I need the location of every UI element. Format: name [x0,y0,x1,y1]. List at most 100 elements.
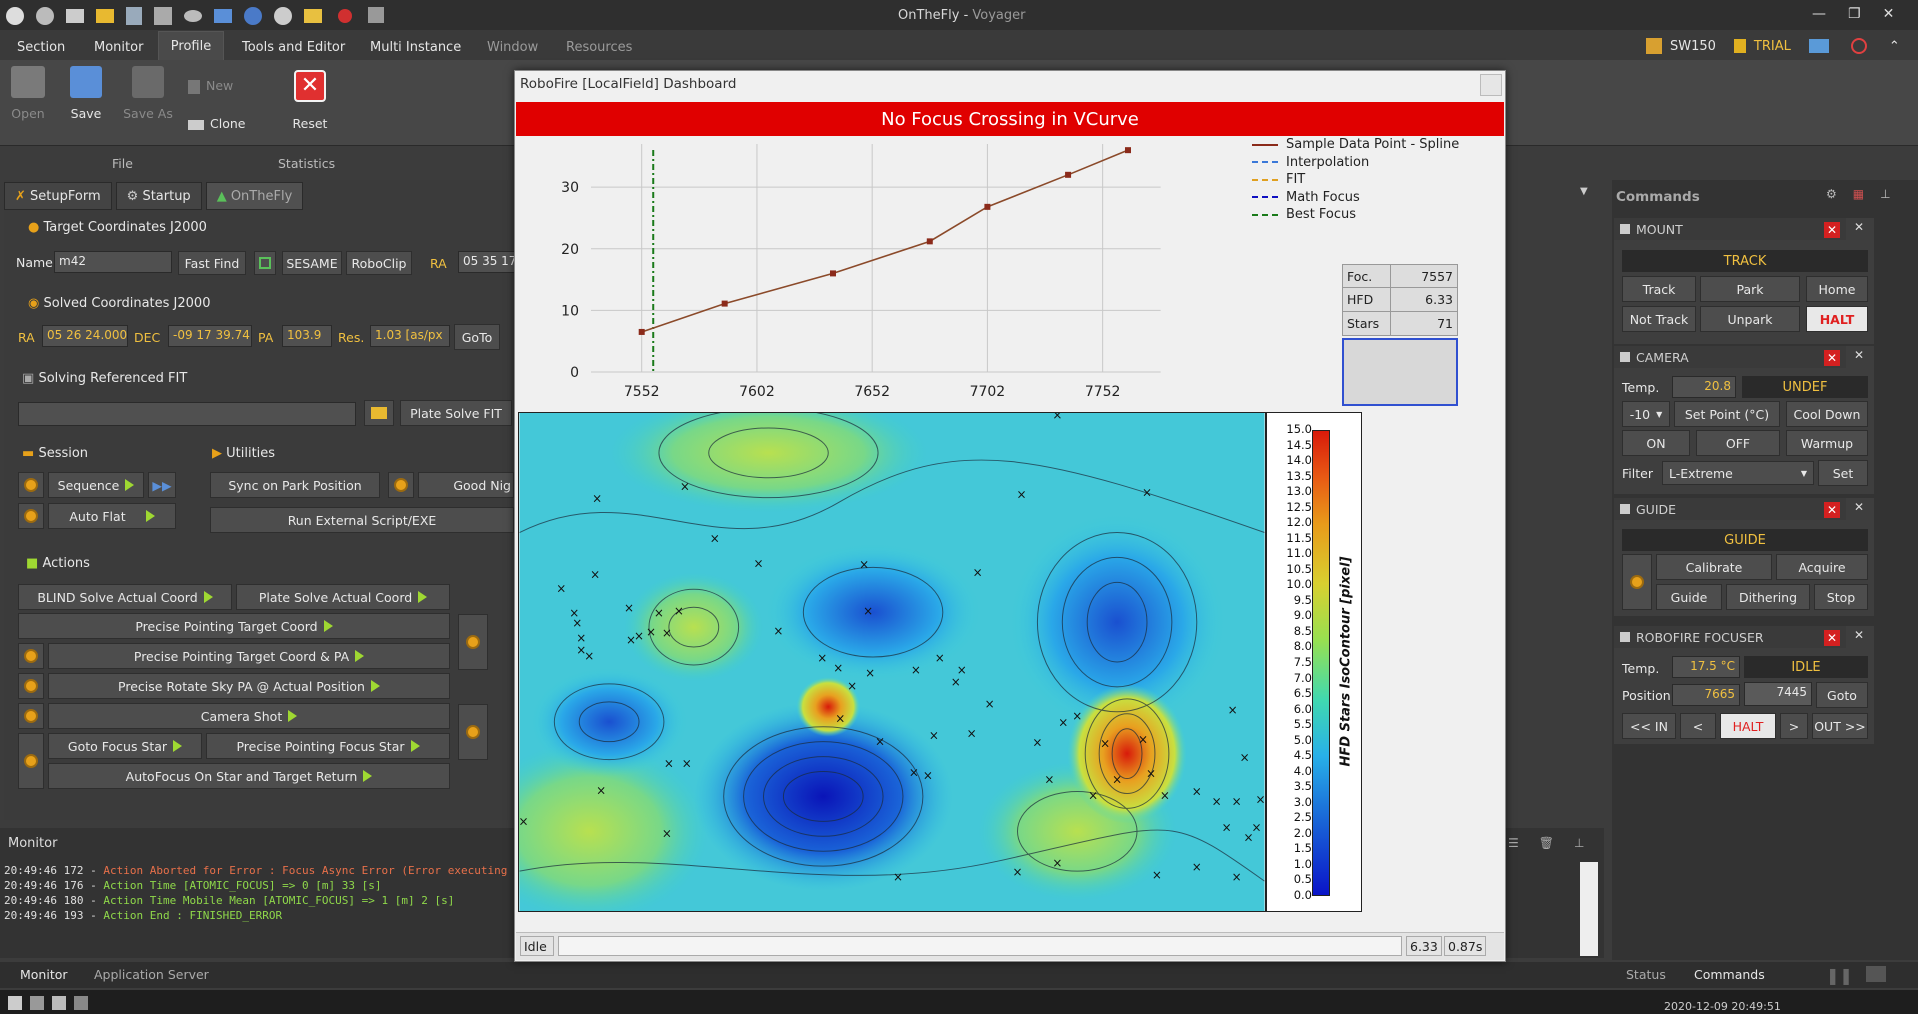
precise-target-pa-gear-button[interactable] [18,643,44,669]
app-logo-icon[interactable] [6,7,24,25]
right-gear-button-2[interactable] [458,704,488,760]
plate-solve-fit-button[interactable]: Plate Solve FIT [400,400,512,426]
focuser-minimize-icon[interactable]: ✕ [1854,628,1864,642]
pause-icon[interactable]: ❚❚ [1826,966,1853,985]
gears-icon[interactable]: ⚙ [1826,187,1837,201]
fast-find-button[interactable]: Fast Find [178,251,246,275]
tab-startup[interactable]: ⚙ Startup [115,182,202,210]
mount-not-track-button[interactable]: Not Track [1622,306,1696,332]
focuser-close-icon[interactable]: ✕ [1824,630,1840,646]
tab-dropdown-arrow[interactable]: ▼ [1580,186,1588,197]
mount-unpark-button[interactable]: Unpark [1700,306,1800,332]
good-night-gear-button[interactable] [388,472,414,498]
image-icon[interactable] [1866,966,1886,982]
plate-solve-actual-button[interactable]: Plate Solve Actual Coord [236,584,450,610]
focuser-halt-button[interactable]: HALT [1720,713,1776,739]
guide-dithering-button[interactable]: Dithering [1726,584,1810,610]
mount-close-icon[interactable]: ✕ [1824,222,1840,238]
monitor-scrollbar[interactable] [1580,862,1598,956]
camera-on-button[interactable]: ON [1622,430,1690,456]
camera-setpoint-select[interactable]: -10 ▼ [1622,401,1670,427]
list-icon[interactable]: ☰ [1508,836,1519,850]
name-input[interactable]: m42 [54,251,172,273]
camera-off-button[interactable]: OFF [1696,430,1780,456]
guide-gear-button[interactable] [1622,554,1652,610]
grid-icon[interactable]: ▦ [1853,187,1864,201]
tab-app-server[interactable]: Application Server [94,967,209,982]
camera-filter-select[interactable]: L-Extreme ▼ [1662,461,1814,485]
goto-button[interactable]: GoTo [454,324,500,350]
mount-home-button[interactable]: Home [1806,276,1868,302]
sequence-button[interactable]: Sequence [48,472,144,498]
camera-minimize-icon[interactable]: ✕ [1854,348,1864,362]
taskbar-app-icon[interactable] [74,996,88,1010]
guide-guide-button[interactable]: Guide [1656,584,1722,610]
menu-item-tools[interactable]: Tools and Editor [242,40,345,55]
blind-solve-button[interactable]: BLIND Solve Actual Coord [18,584,232,610]
tab-onthefly[interactable]: ▲ OnTheFly [205,182,304,210]
right-gear-button-1[interactable] [458,614,488,670]
menu-item-section[interactable]: Section [17,40,65,55]
camera-close-icon[interactable]: ✕ [1824,350,1840,366]
tag-icon[interactable] [304,9,322,23]
mount-track-button[interactable]: Track [1622,276,1696,302]
focuser-step-left-button[interactable]: < [1680,713,1716,739]
good-night-button[interactable]: Good Nig [418,472,514,498]
guide-calibrate-button[interactable]: Calibrate [1656,554,1772,580]
sync-park-button[interactable]: Sync on Park Position [210,472,380,498]
tools-icon[interactable] [154,7,172,25]
tab-commands[interactable]: Commands [1694,967,1765,982]
collapse-icon[interactable]: ⌃ [1889,39,1900,54]
sequence-forward-button[interactable]: ▶▶ [148,472,176,498]
focuser-goto-button[interactable]: Goto [1816,682,1868,708]
autoflat-gear-button[interactable] [18,503,44,529]
record-icon[interactable] [338,9,352,23]
precise-target-pa-button[interactable]: Precise Pointing Target Coord & PA [48,643,450,669]
camera-cool-down-button[interactable]: Cool Down [1786,401,1868,427]
run-external-button[interactable]: Run External Script/EXE [210,507,514,533]
eye-icon[interactable] [184,10,202,22]
monitor-icon[interactable] [1808,39,1829,53]
taskbar-app-icon[interactable] [8,996,22,1010]
target-ra-field[interactable]: 05 35 17 [458,251,516,273]
taskbar-app-icon[interactable] [30,996,44,1010]
clone-button[interactable]: Clone [188,116,245,131]
sesame-button[interactable]: SESAME [282,251,342,275]
save-button[interactable]: Save [64,66,108,121]
precise-rotate-gear-button[interactable] [18,673,44,699]
mount-park-button[interactable]: Park [1700,276,1800,302]
tab-setupform[interactable]: ✗ SetupForm [4,182,112,210]
camera-warmup-button[interactable]: Warmup [1786,430,1868,456]
fit-path-input[interactable] [18,402,356,426]
camera-set-point-button[interactable]: Set Point (°C) [1674,401,1780,427]
focuser-in-button[interactable]: << IN [1622,713,1676,739]
auto-flat-button[interactable]: Auto Flat [48,503,176,529]
autofocus-return-button[interactable]: AutoFocus On Star and Target Return [48,763,450,789]
camera-shot-gear-button[interactable] [18,703,44,729]
sequence-gear-button[interactable] [18,472,44,498]
focus-star-gear-button[interactable] [18,733,44,789]
folder-icon[interactable] [96,9,114,23]
skull-icon[interactable] [368,7,384,23]
tab-monitor[interactable]: Monitor [20,967,68,982]
close-icon[interactable]: ✕ [1883,6,1895,22]
focuser-out-button[interactable]: OUT >> [1812,713,1868,739]
trash-icon[interactable]: 🗑 [1539,836,1554,850]
guide-acquire-button[interactable]: Acquire [1776,554,1868,580]
dashboard-close-button[interactable] [1480,74,1502,96]
guide-close-icon[interactable]: ✕ [1824,502,1840,518]
menu-item-monitor[interactable]: Monitor [94,40,143,55]
pin-icon[interactable]: ⊥ [1880,187,1890,201]
mail-icon[interactable] [66,9,84,23]
mount-halt-button[interactable]: HALT [1806,306,1868,332]
save-as-button[interactable]: Save As [120,66,176,121]
camera-filter-set-button[interactable]: Set [1818,460,1868,486]
focuser-target-input[interactable]: 7445 [1744,682,1812,706]
open-button[interactable]: Open [8,66,48,121]
mount-minimize-icon[interactable]: ✕ [1854,220,1864,234]
roboclip-button[interactable]: RoboClip [346,251,412,275]
browse-folder-button[interactable] [364,400,394,426]
menu-item-resources[interactable]: Resources [566,40,632,55]
wordpress-icon[interactable] [274,7,292,25]
precise-rotate-button[interactable]: Precise Rotate Sky PA @ Actual Position [48,673,450,699]
